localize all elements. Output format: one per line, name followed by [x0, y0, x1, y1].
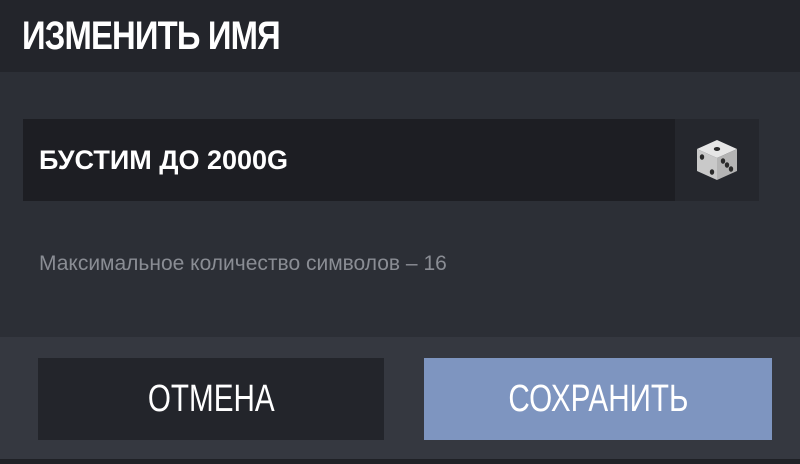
cancel-button[interactable]: ОТМЕНА — [38, 358, 384, 440]
dialog-body: Максимальное количество символов – 16 — [0, 72, 800, 337]
name-input[interactable] — [23, 119, 675, 201]
random-name-button[interactable] — [675, 119, 759, 201]
save-button[interactable]: СОХРАНИТЬ — [424, 358, 772, 440]
dialog-footer: ОТМЕНА СОХРАНИТЬ — [0, 337, 800, 464]
dialog-header: ИЗМЕНИТЬ ИМЯ — [0, 0, 800, 72]
dice-icon — [697, 140, 737, 180]
name-row — [23, 119, 759, 201]
dialog-title: ИЗМЕНИТЬ ИМЯ — [22, 13, 281, 58]
character-limit-hint: Максимальное количество символов – 16 — [39, 252, 447, 275]
cancel-button-label: ОТМЕНА — [147, 377, 275, 420]
save-button-label: СОХРАНИТЬ — [507, 377, 689, 420]
bottom-edge — [0, 459, 800, 464]
rename-dialog: ИЗМЕНИТЬ ИМЯ БУСТИМ ДО 2000G Максимально… — [0, 0, 800, 464]
